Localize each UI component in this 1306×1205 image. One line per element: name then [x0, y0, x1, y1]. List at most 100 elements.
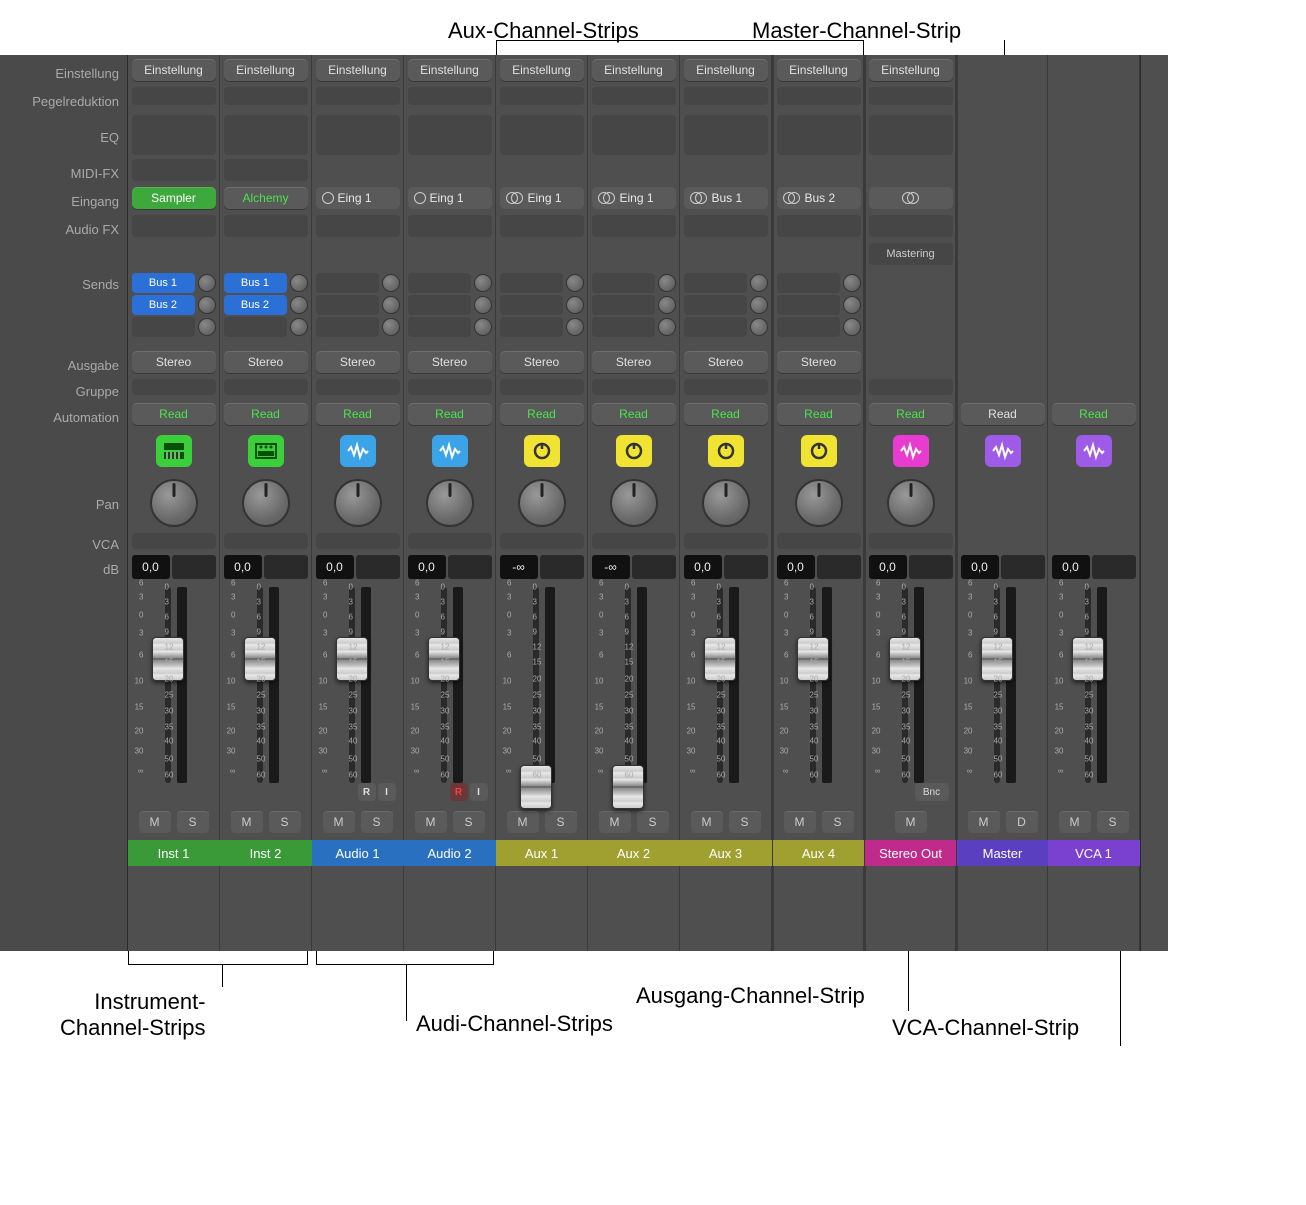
- input-monitor-button[interactable]: I: [470, 783, 488, 801]
- mute-button[interactable]: M: [1059, 811, 1091, 833]
- audiofx-slot[interactable]: [869, 215, 953, 237]
- pan-knob[interactable]: [242, 479, 290, 527]
- knob-icon[interactable]: [708, 435, 744, 467]
- audiofx-slot[interactable]: [777, 215, 861, 237]
- send-slot[interactable]: Bus 2: [224, 295, 287, 315]
- send-level-knob[interactable]: [658, 274, 676, 292]
- output-selector[interactable]: Stereo: [316, 351, 400, 373]
- automation-mode[interactable]: Read: [500, 403, 584, 425]
- channel-name-label[interactable]: VCA 1: [1048, 840, 1140, 866]
- group-slot[interactable]: [684, 379, 768, 395]
- eq-slot[interactable]: [408, 115, 492, 155]
- db-value[interactable]: 0,0: [132, 555, 170, 579]
- input-monitor-button[interactable]: I: [378, 783, 396, 801]
- send-level-knob[interactable]: [566, 296, 584, 314]
- send-slot[interactable]: [592, 295, 655, 315]
- mute-button[interactable]: M: [895, 811, 927, 833]
- pan-knob[interactable]: [610, 479, 658, 527]
- pan-knob[interactable]: [518, 479, 566, 527]
- db-value[interactable]: 0,0: [224, 555, 262, 579]
- input-selector[interactable]: Bus 1: [684, 187, 768, 209]
- send-level-knob[interactable]: [658, 296, 676, 314]
- input-selector[interactable]: Eing 1: [316, 187, 400, 209]
- input-selector[interactable]: [869, 187, 953, 209]
- pan-knob[interactable]: [426, 479, 474, 527]
- db-value[interactable]: 0,0: [408, 555, 446, 579]
- mute-button[interactable]: M: [507, 811, 539, 833]
- output-selector[interactable]: Stereo: [592, 351, 676, 373]
- pan-knob[interactable]: [334, 479, 382, 527]
- db-value[interactable]: 0,0: [777, 555, 815, 579]
- send-slot[interactable]: [408, 273, 471, 293]
- eq-slot[interactable]: [224, 115, 308, 155]
- solo-button[interactable]: S: [361, 811, 393, 833]
- send-level-knob[interactable]: [198, 274, 216, 292]
- mute-button[interactable]: M: [691, 811, 723, 833]
- send-level-knob[interactable]: [382, 296, 400, 314]
- output-selector[interactable]: Stereo: [408, 351, 492, 373]
- eq-slot[interactable]: [777, 115, 861, 155]
- output-selector[interactable]: Stereo: [224, 351, 308, 373]
- send-slot[interactable]: [592, 273, 655, 293]
- send-slot[interactable]: [408, 317, 471, 337]
- dim-button[interactable]: D: [1006, 811, 1038, 833]
- group-slot[interactable]: [869, 379, 953, 395]
- solo-button[interactable]: S: [729, 811, 761, 833]
- vca-slot[interactable]: [500, 533, 584, 549]
- send-slot[interactable]: [777, 273, 840, 293]
- setting-button[interactable]: Einstellung: [132, 59, 216, 81]
- audiofx-slot[interactable]: [408, 215, 492, 237]
- output-selector[interactable]: Stereo: [500, 351, 584, 373]
- send-level-knob[interactable]: [843, 318, 861, 336]
- automation-mode[interactable]: Read: [592, 403, 676, 425]
- eq-slot[interactable]: [500, 115, 584, 155]
- solo-button[interactable]: S: [269, 811, 301, 833]
- input-selector[interactable]: Bus 2: [777, 187, 861, 209]
- send-level-knob[interactable]: [658, 318, 676, 336]
- send-level-knob[interactable]: [290, 274, 308, 292]
- solo-button[interactable]: S: [545, 811, 577, 833]
- group-slot[interactable]: [592, 379, 676, 395]
- send-level-knob[interactable]: [290, 296, 308, 314]
- send-level-knob[interactable]: [566, 274, 584, 292]
- knob-icon[interactable]: [801, 435, 837, 467]
- knob-icon[interactable]: [524, 435, 560, 467]
- send-level-knob[interactable]: [566, 318, 584, 336]
- keyboard-icon[interactable]: [156, 435, 192, 467]
- channel-name-label[interactable]: Aux 1: [496, 840, 588, 866]
- setting-button[interactable]: Einstellung: [869, 59, 953, 81]
- send-slot[interactable]: [684, 317, 747, 337]
- input-selector[interactable]: Eing 1: [500, 187, 584, 209]
- knob-icon[interactable]: [616, 435, 652, 467]
- vca-slot[interactable]: [408, 533, 492, 549]
- send-slot[interactable]: [132, 317, 195, 337]
- send-slot[interactable]: Bus 1: [224, 273, 287, 293]
- mastering-slot[interactable]: Mastering: [869, 243, 953, 265]
- mute-button[interactable]: M: [784, 811, 816, 833]
- setting-button[interactable]: Einstellung: [224, 59, 308, 81]
- automation-mode[interactable]: Read: [961, 403, 1045, 425]
- send-slot[interactable]: [408, 295, 471, 315]
- channel-name-label[interactable]: Aux 2: [588, 840, 680, 866]
- automation-mode[interactable]: Read: [224, 403, 308, 425]
- send-level-knob[interactable]: [843, 296, 861, 314]
- send-level-knob[interactable]: [474, 296, 492, 314]
- instrument-plugin[interactable]: Sampler: [132, 187, 216, 209]
- midifx-slot[interactable]: [224, 159, 308, 181]
- pan-knob[interactable]: [702, 479, 750, 527]
- send-level-knob[interactable]: [382, 318, 400, 336]
- vca-slot[interactable]: [592, 533, 676, 549]
- setting-button[interactable]: Einstellung: [408, 59, 492, 81]
- send-slot[interactable]: [500, 273, 563, 293]
- automation-mode[interactable]: Read: [869, 403, 953, 425]
- mute-button[interactable]: M: [968, 811, 1000, 833]
- send-slot[interactable]: [684, 273, 747, 293]
- synth-icon[interactable]: [248, 435, 284, 467]
- db-value[interactable]: 0,0: [684, 555, 722, 579]
- audiofx-slot[interactable]: [592, 215, 676, 237]
- automation-mode[interactable]: Read: [316, 403, 400, 425]
- pan-knob[interactable]: [887, 479, 935, 527]
- channel-name-label[interactable]: Inst 1: [128, 840, 220, 866]
- output-selector[interactable]: Stereo: [684, 351, 768, 373]
- input-selector[interactable]: Eing 1: [592, 187, 676, 209]
